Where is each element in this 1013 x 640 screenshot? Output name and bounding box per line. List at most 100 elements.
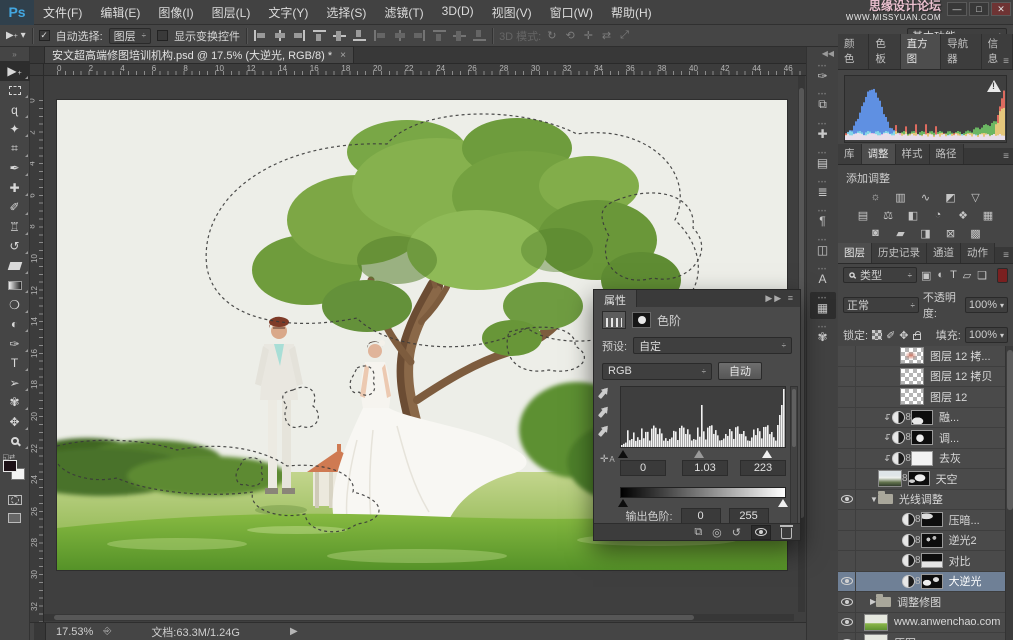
foreground-color-swatch[interactable] (3, 460, 17, 472)
hue-saturation-icon[interactable]: ▤ (854, 208, 872, 222)
align-top-edges-icon[interactable] (313, 30, 326, 41)
lock-transparency-icon[interactable] (872, 330, 882, 340)
show-transform-checkbox[interactable] (157, 30, 168, 41)
layer-row-13[interactable]: www.anwenchao.com (838, 613, 1013, 634)
auto-select-dropdown[interactable]: 图层÷ (109, 28, 151, 44)
quick-mask-button[interactable] (8, 495, 22, 505)
delete-adjustment-icon[interactable] (781, 528, 792, 539)
layer-row-3[interactable]: ↴8融... (838, 408, 1013, 429)
curves-icon[interactable]: ∿ (917, 190, 935, 204)
menu-item-10[interactable]: 帮助(H) (602, 4, 661, 21)
layer-row-7[interactable]: ▼光线调整 (838, 490, 1013, 511)
menu-item-1[interactable]: 编辑(E) (91, 4, 149, 21)
menu-item-0[interactable]: 文件(F) (34, 4, 91, 21)
tab-路径[interactable]: 路径 (930, 144, 964, 164)
opacity-dropdown[interactable]: 100%▾ (965, 297, 1008, 313)
zoom-level[interactable]: 17.53% (56, 626, 93, 638)
filter-adjustment-layers-icon[interactable]: ◐ (937, 269, 944, 282)
toggle-visibility-icon[interactable] (751, 525, 771, 540)
levels-icon[interactable]: ▥ (892, 190, 910, 204)
paragraph-styles-panel-icon[interactable]: •••▤ (810, 147, 836, 174)
layer-row-10[interactable]: 8对比 (838, 551, 1013, 572)
fill-dropdown[interactable]: 100%▾ (965, 327, 1008, 343)
filter-smart-objects-icon[interactable]: ❏ (977, 269, 987, 282)
minimize-button[interactable]: — (947, 2, 967, 16)
filter-pixel-layers-icon[interactable]: ▣ (921, 269, 931, 282)
visibility-cell[interactable] (838, 510, 856, 530)
color-balance-icon[interactable]: ⚖ (879, 208, 897, 222)
layer-row-9[interactable]: 8逆光2 (838, 531, 1013, 552)
group-expand-icon[interactable]: ▼ (870, 495, 878, 504)
shadow-input-slider[interactable] (618, 450, 628, 458)
output-shadow-slider[interactable] (618, 499, 628, 507)
lock-all-icon[interactable] (913, 334, 921, 340)
photo-filter-icon[interactable]: ◔ (929, 208, 947, 222)
lasso-tool[interactable]: ɋ (0, 100, 30, 120)
collapse-dock-icon[interactable]: ◀◀ (807, 47, 838, 60)
gradient-tool[interactable] (0, 276, 30, 296)
layer-row-2[interactable]: 图层 12 (838, 387, 1013, 408)
menu-item-6[interactable]: 滤镜(T) (375, 4, 432, 21)
color-lookup-icon[interactable]: ▦ (979, 208, 997, 222)
tab-menu-icon[interactable]: ≡ (1003, 151, 1009, 162)
layer-row-6[interactable]: 8天空 (838, 469, 1013, 490)
path-selection-tool[interactable]: ➢ (0, 373, 30, 393)
auto-button[interactable]: 自动 (718, 362, 762, 380)
black-white-icon[interactable]: ◧ (904, 208, 922, 222)
visibility-cell[interactable] (838, 449, 856, 469)
filter-type-layers-icon[interactable]: T (950, 269, 957, 282)
toolbar-grip[interactable]: » (0, 47, 29, 61)
menu-item-9[interactable]: 窗口(W) (541, 4, 602, 21)
targeted-adjustment-icon[interactable]: ✛A (600, 454, 615, 465)
levels-thumbnail-icon[interactable] (602, 311, 626, 329)
zoom-tool[interactable] (0, 432, 30, 452)
tool-presets-panel-icon[interactable]: •••✚ (810, 118, 836, 145)
eyedropper-tool[interactable]: ✒ (0, 159, 30, 179)
align-right-edges-icon[interactable] (293, 30, 306, 41)
custom-shape-tool[interactable]: ✾ (0, 393, 30, 413)
glyphs-panel-icon[interactable]: •••A (810, 263, 836, 290)
character-panel-icon[interactable]: •••≣ (810, 176, 836, 203)
align-horizontal-centers-icon[interactable] (273, 30, 286, 41)
menu-item-3[interactable]: 图层(L) (203, 4, 260, 21)
healing-brush-tool[interactable]: ✚ (0, 178, 30, 198)
lock-pixels-icon[interactable]: ✐ (886, 329, 895, 342)
eraser-tool[interactable] (0, 256, 30, 276)
histogram-warning-icon[interactable] (987, 80, 1001, 92)
visibility-cell[interactable] (838, 490, 856, 510)
align-left-edges-icon[interactable] (253, 30, 266, 41)
move-tool-option-icon[interactable]: ▶+ ▾ (6, 30, 26, 41)
layer-row-5[interactable]: ↴8去灰 (838, 449, 1013, 470)
tab-menu-icon[interactable]: ≡ (1003, 250, 1009, 261)
menu-item-5[interactable]: 选择(S) (317, 4, 375, 21)
visibility-cell[interactable] (838, 592, 856, 612)
pen-tool[interactable]: ✑ (0, 334, 30, 354)
layer-filter-dropdown[interactable]: 类型÷ (843, 267, 917, 283)
reset-adjustment-icon[interactable]: ↺ (732, 526, 741, 539)
lock-position-icon[interactable]: ✥ (899, 329, 908, 342)
clone-source-panel-icon[interactable]: •••⧉ (810, 89, 836, 116)
threshold-icon[interactable]: ◨ (917, 226, 935, 240)
document-tab[interactable]: 安文超高端修图培训机构.psd @ 17.5% (大逆光, RGB/8) * × (44, 46, 354, 63)
visibility-cell[interactable] (838, 367, 856, 387)
mask-thumbnail-icon[interactable] (632, 312, 651, 328)
blur-tool[interactable]: ❍ (0, 295, 30, 315)
filter-shape-layers-icon[interactable]: ▱ (963, 269, 971, 282)
tab-颜色[interactable]: 颜色 (838, 34, 869, 69)
collapse-panel-icon[interactable]: ▶▶ ≡ (765, 293, 795, 304)
layer-row-4[interactable]: ↴8调... (838, 428, 1013, 449)
layer-row-0[interactable]: 图层 12 拷... (838, 346, 1013, 367)
tab-样式[interactable]: 样式 (896, 144, 930, 164)
output-highlight-slider[interactable] (778, 499, 788, 507)
tab-色板[interactable]: 色板 (869, 34, 900, 69)
type-tool[interactable]: T (0, 354, 30, 374)
highlight-input-value[interactable]: 223 (740, 460, 786, 476)
channel-dropdown[interactable]: RGB÷ (602, 363, 712, 380)
visibility-cell[interactable] (838, 613, 856, 633)
layer-row-8[interactable]: 8压暗... (838, 510, 1013, 531)
export-arrow-icon[interactable]: ⎆ (103, 626, 111, 637)
crop-tool[interactable]: ⌗ (0, 139, 30, 159)
paragraph-panel-icon[interactable]: •••¶ (810, 205, 836, 232)
view-previous-state-icon[interactable]: ◎ (712, 526, 722, 539)
tab-menu-icon[interactable]: ≡ (1003, 56, 1009, 67)
